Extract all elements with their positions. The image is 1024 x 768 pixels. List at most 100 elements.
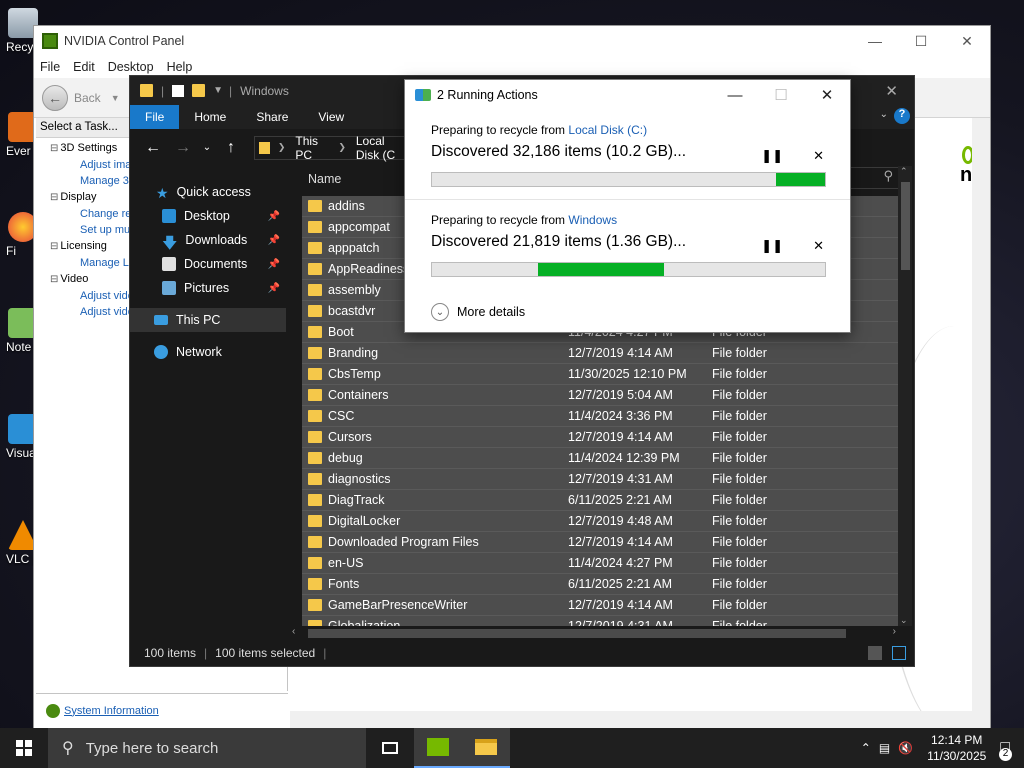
nav-quick-access[interactable]: ★ Quick access: [130, 180, 290, 204]
back-icon[interactable]: ←: [138, 139, 168, 157]
ribbon-tab-share[interactable]: Share: [241, 105, 303, 129]
folder-icon: [140, 84, 153, 97]
scrollbar-thumb[interactable]: [901, 182, 910, 270]
file-row[interactable]: debug 11/4/2024 12:39 PM File folder: [302, 448, 898, 469]
breadcrumb-this-pc[interactable]: This PC: [295, 134, 328, 162]
recent-locations-icon[interactable]: ⌄: [198, 142, 216, 153]
nav-network[interactable]: Network: [130, 340, 290, 364]
file-date: 6/11/2025 2:21 AM: [568, 493, 673, 507]
file-row[interactable]: Branding 12/7/2019 4:14 AM File folder: [302, 343, 898, 364]
ribbon-tab-view[interactable]: View: [303, 105, 359, 129]
ribbon-tab-home[interactable]: Home: [179, 105, 241, 129]
system-information-link[interactable]: System Information: [64, 705, 159, 717]
clock-time: 12:14 PM: [931, 733, 983, 747]
operation-controls: ❚❚ ✕: [761, 148, 824, 164]
folder-icon: [475, 739, 497, 755]
file-list-vertical-scrollbar[interactable]: ⌃ ⌄: [898, 166, 912, 626]
minimize-button[interactable]: —: [852, 26, 898, 56]
action-center-icon[interactable]: □2: [999, 739, 1012, 761]
ribbon-tab-file[interactable]: File: [130, 105, 180, 129]
file-row[interactable]: Globalization 12/7/2019 4:31 AM File folde…: [302, 616, 898, 626]
file-row[interactable]: Fonts 6/11/2025 2:21 AM File folder: [302, 574, 898, 595]
file-row[interactable]: Cursors 12/7/2019 4:14 AM File folder: [302, 427, 898, 448]
help-icon[interactable]: ?: [894, 108, 910, 124]
navigation-pane: ★ Quick access Desktop 📌 🡇 Downloads 📌 D…: [130, 166, 290, 650]
customize-quick-access-icon[interactable]: ▼: [213, 85, 223, 96]
network-icon[interactable]: ▤: [879, 741, 890, 755]
chevron-up-icon[interactable]: ⌃: [861, 741, 871, 755]
expand-ribbon-icon[interactable]: ⌄: [880, 109, 888, 120]
file-date: 12/7/2019 4:48 AM: [568, 514, 673, 528]
source-link[interactable]: Windows: [568, 213, 617, 227]
taskbar-nvidia[interactable]: [414, 728, 462, 768]
operation-description: Preparing to recycle from Local Disk (C:…: [431, 123, 850, 137]
menu-file[interactable]: File: [40, 60, 60, 74]
nav-this-pc[interactable]: This PC: [130, 308, 286, 332]
minimize-button[interactable]: —: [712, 80, 758, 110]
item-count: 100 items: [144, 646, 197, 660]
nvidia-title-bar[interactable]: NVIDIA Control Panel: [34, 26, 990, 56]
forward-icon[interactable]: →: [168, 139, 198, 157]
source-link[interactable]: Local Disk (C:): [568, 123, 647, 137]
file-name: Downloaded Program Files: [328, 535, 479, 549]
file-row[interactable]: Containers 12/7/2019 5:04 AM File folder: [302, 385, 898, 406]
nvidia-vertical-scrollbar[interactable]: [972, 118, 990, 730]
task-view-button[interactable]: [366, 728, 414, 768]
pause-button[interactable]: ❚❚: [761, 238, 783, 254]
nav-downloads[interactable]: 🡇 Downloads 📌: [130, 228, 290, 252]
pause-button[interactable]: ❚❚: [761, 148, 783, 164]
more-details-toggle[interactable]: ⌄ More details: [405, 290, 850, 334]
file-row[interactable]: diagnostics 12/7/2019 4:31 AM File folder: [302, 469, 898, 490]
maximize-button: ☐: [774, 87, 788, 104]
up-icon[interactable]: ↑: [216, 139, 246, 157]
file-type: File folder: [712, 598, 767, 612]
file-row[interactable]: GameBarPresenceWriter 12/7/2019 4:14 AM Fi…: [302, 595, 898, 616]
maximize-button[interactable]: ☐: [898, 26, 944, 56]
taskbar-file-explorer[interactable]: [462, 728, 510, 768]
file-row[interactable]: Downloaded Program Files 12/7/2019 4:14 A…: [302, 532, 898, 553]
breadcrumb-local-disk[interactable]: Local Disk (C: [356, 134, 411, 162]
file-row[interactable]: DigitalLocker 12/7/2019 4:48 AM File folde…: [302, 511, 898, 532]
close-button[interactable]: ✕: [804, 80, 850, 110]
start-button[interactable]: [0, 728, 48, 768]
file-type: File folder: [712, 451, 767, 465]
scroll-right-icon[interactable]: ›: [893, 626, 896, 637]
large-icons-view-icon[interactable]: [892, 646, 906, 660]
scroll-left-icon[interactable]: ‹: [292, 626, 295, 637]
file-row[interactable]: en-US 11/4/2024 4:27 PM File folder: [302, 553, 898, 574]
scroll-down-icon[interactable]: ⌄: [900, 615, 908, 626]
scrollbar-thumb[interactable]: [308, 629, 846, 638]
address-bar[interactable]: ❯ This PC ❯ Local Disk (C: [254, 134, 422, 162]
file-type: File folder: [712, 514, 767, 528]
chevron-down-icon[interactable]: ▼: [111, 93, 120, 103]
menu-desktop[interactable]: Desktop: [108, 60, 154, 74]
properties-icon[interactable]: [172, 84, 185, 97]
file-row[interactable]: CbsTemp 11/30/2025 12:10 PM File folder: [302, 364, 898, 385]
file-row[interactable]: DiagTrack 6/11/2025 2:21 AM File folder: [302, 490, 898, 511]
close-button[interactable]: ✕: [944, 26, 990, 56]
volume-muted-icon[interactable]: 🔇: [898, 741, 913, 755]
back-arrow-icon[interactable]: ←: [42, 84, 68, 111]
nav-pictures[interactable]: Pictures 📌: [130, 276, 290, 300]
nav-label: Desktop: [184, 209, 230, 223]
menu-edit[interactable]: Edit: [73, 60, 95, 74]
nav-desktop[interactable]: Desktop 📌: [130, 204, 290, 228]
file-list-horizontal-scrollbar[interactable]: ‹ ›: [290, 626, 898, 640]
scroll-up-icon[interactable]: ⌃: [900, 166, 908, 177]
taskbar-search[interactable]: ⚲ Type here to search: [48, 728, 366, 768]
close-icon[interactable]: ✕: [885, 82, 898, 100]
pictures-icon: [162, 281, 176, 295]
download-icon: 🡇: [162, 235, 178, 252]
details-view-icon[interactable]: [868, 646, 882, 660]
cancel-button[interactable]: ✕: [813, 148, 824, 164]
file-name: Containers: [328, 388, 389, 402]
back-button-label[interactable]: Back: [74, 91, 101, 105]
menu-help[interactable]: Help: [167, 60, 193, 74]
folder-icon: [308, 536, 322, 548]
nav-documents[interactable]: Documents 📌: [130, 252, 290, 276]
cancel-button[interactable]: ✕: [813, 238, 824, 254]
file-row[interactable]: CSC 11/4/2024 3:36 PM File folder: [302, 406, 898, 427]
clock[interactable]: 12:14 PM 11/30/2025: [927, 732, 986, 764]
nvidia-horizontal-scrollbar[interactable]: [290, 711, 972, 729]
new-folder-icon[interactable]: [192, 84, 206, 97]
